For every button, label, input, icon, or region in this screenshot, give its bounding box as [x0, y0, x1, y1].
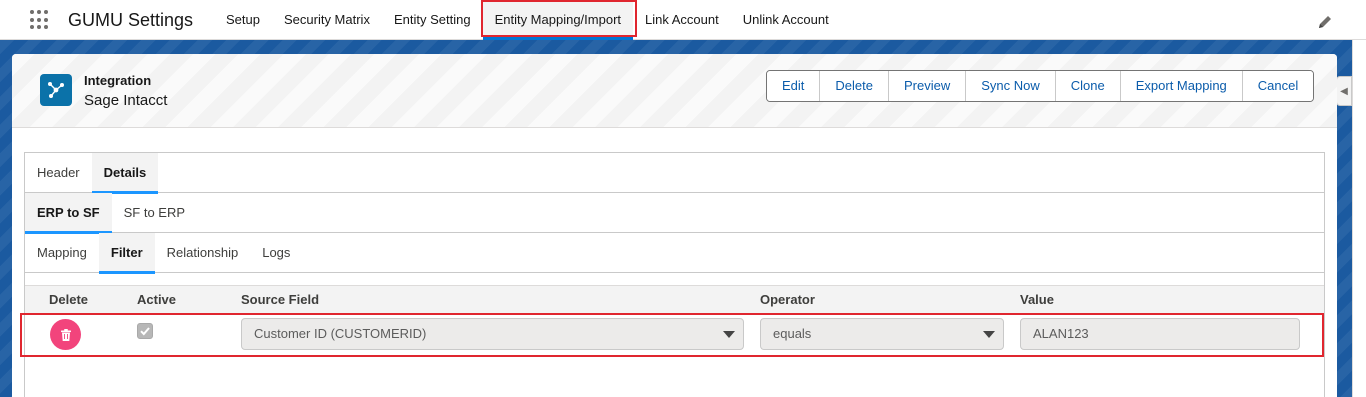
operator-select[interactable]: equals [760, 318, 1004, 350]
operator-value: equals [773, 326, 812, 341]
tabset-level1: Header Details [25, 153, 1324, 194]
tab-details[interactable]: Details [91, 153, 159, 194]
nav-tab-security-matrix[interactable]: Security Matrix [272, 0, 382, 40]
chevron-down-icon [983, 331, 995, 338]
tabset-level2: ERP to SF SF to ERP [25, 193, 1324, 234]
clone-button[interactable]: Clone [1054, 71, 1120, 101]
tab-filter[interactable]: Filter [98, 233, 155, 274]
record-type-label: Integration [84, 73, 152, 88]
preview-button[interactable]: Preview [887, 71, 966, 101]
active-checkbox[interactable] [137, 323, 153, 339]
delete-row-button[interactable] [50, 319, 81, 350]
integration-icon [40, 74, 72, 106]
nav-tab-entity-setting[interactable]: Entity Setting [382, 0, 483, 40]
page-scrollbar[interactable] [1352, 40, 1366, 397]
nav-tab-unlink-account[interactable]: Unlink Account [731, 0, 841, 40]
value-input[interactable]: ALAN123 [1020, 318, 1300, 350]
nav-tab-setup[interactable]: Setup [214, 0, 272, 40]
trash-icon [60, 328, 71, 341]
source-field-value: Customer ID (CUSTOMERID) [254, 326, 427, 341]
record-header: Integration Sage Intacct Edit Delete Pre… [12, 54, 1337, 128]
nav-tabs: Setup Security Matrix Entity Setting Ent… [214, 0, 841, 40]
app-name: GUMU Settings [68, 10, 194, 30]
tab-relationship[interactable]: Relationship [155, 233, 251, 273]
chevron-down-icon [723, 331, 735, 338]
cancel-button[interactable]: Cancel [1241, 71, 1314, 101]
filter-table-header: Delete Active Source Field Operator Valu… [25, 285, 1324, 313]
export-mapping-button[interactable]: Export Mapping [1119, 71, 1242, 101]
delete-button[interactable]: Delete [819, 71, 888, 101]
sync-now-button[interactable]: Sync Now [965, 71, 1055, 101]
global-navigation: GUMU Settings Setup Security Matrix Enti… [0, 0, 1366, 40]
nav-tab-entity-mapping-import[interactable]: Entity Mapping/Import [482, 0, 634, 40]
tab-mapping[interactable]: Mapping [25, 233, 99, 273]
table-row: Customer ID (CUSTOMERID) equals ALAN123 [25, 313, 1324, 355]
column-header-source-field: Source Field [241, 292, 320, 307]
record-name: Sage Intacct [84, 92, 168, 109]
record-card: Integration Sage Intacct Edit Delete Pre… [12, 54, 1337, 397]
nav-tab-link-account[interactable]: Link Account [633, 0, 731, 40]
side-panel-toggle-icon[interactable]: ◀ [1336, 76, 1352, 106]
edit-nav-pencil-icon[interactable] [1317, 14, 1333, 30]
checkmark-icon [140, 327, 150, 336]
tab-sf-to-erp[interactable]: SF to ERP [112, 193, 197, 233]
details-panel: Header Details ERP to SF SF to ERP Mappi… [24, 152, 1325, 397]
record-actions: Edit Delete Preview Sync Now Clone Expor… [766, 70, 1315, 102]
column-header-delete: Delete [49, 292, 89, 307]
tab-logs[interactable]: Logs [250, 233, 302, 273]
value-text: ALAN123 [1033, 326, 1089, 341]
column-header-active: Active [137, 292, 177, 307]
column-header-value: Value [1020, 292, 1054, 307]
tab-header[interactable]: Header [25, 153, 92, 193]
tabset-level3: Mapping Filter Relationship Logs [25, 233, 1324, 274]
source-field-select[interactable]: Customer ID (CUSTOMERID) [241, 318, 744, 350]
column-header-operator: Operator [760, 292, 815, 307]
tab-erp-to-sf[interactable]: ERP to SF [25, 193, 112, 234]
app-launcher-icon[interactable] [30, 10, 50, 30]
edit-button[interactable]: Edit [767, 71, 820, 101]
